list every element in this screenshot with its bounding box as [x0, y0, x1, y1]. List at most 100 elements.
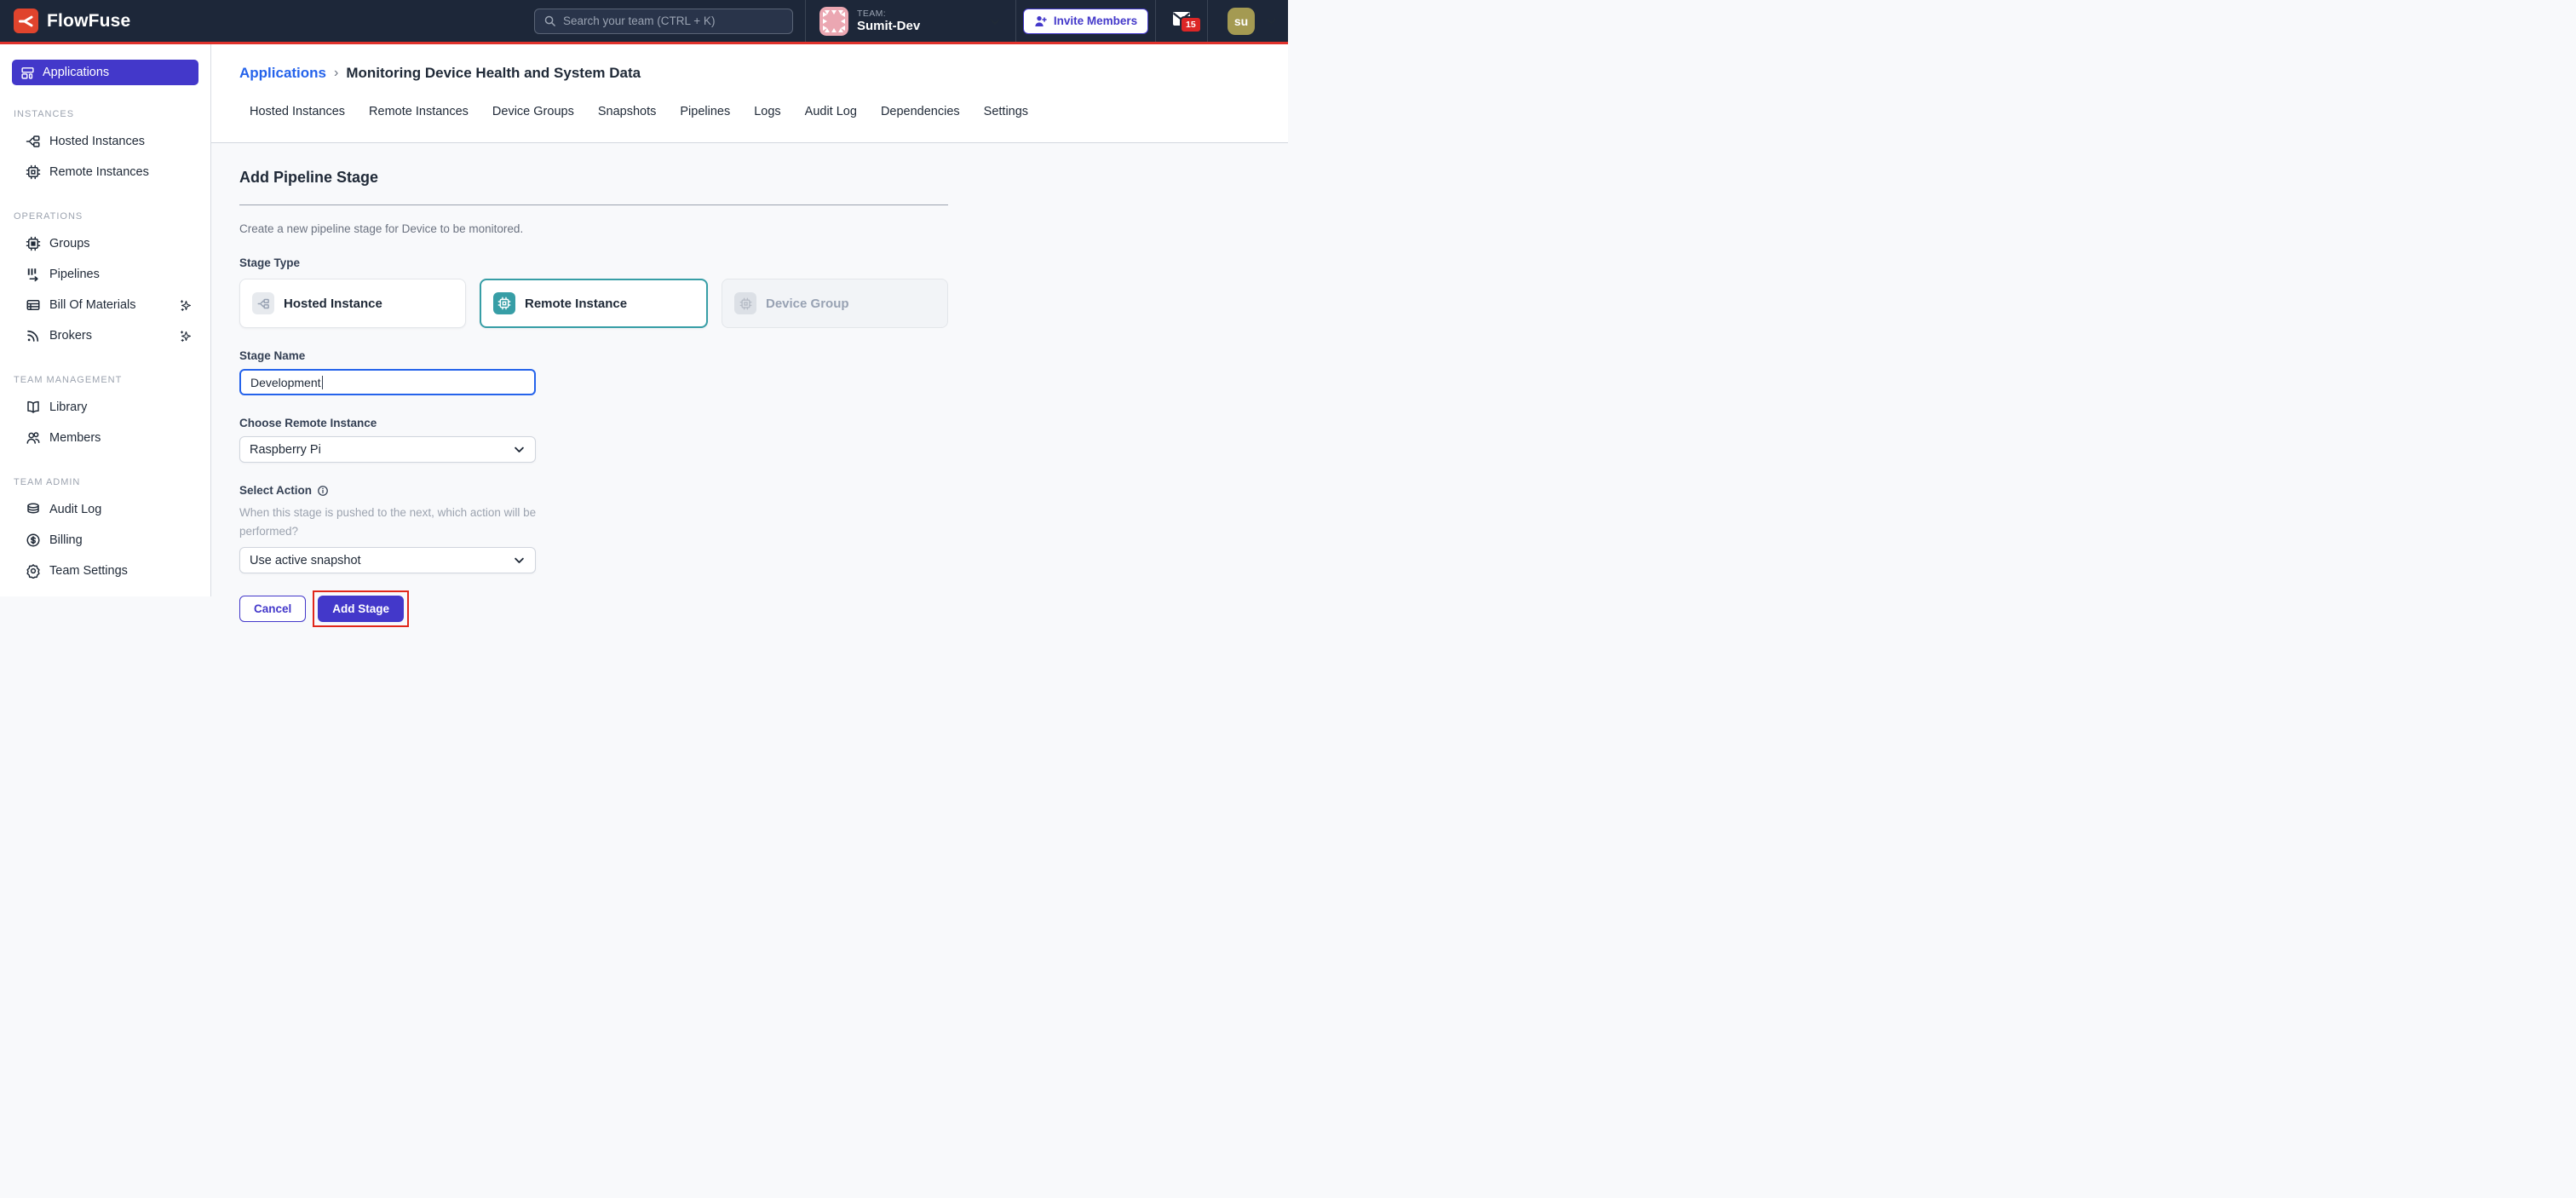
sidebar-item-applications[interactable]: Applications: [12, 60, 198, 85]
user-menu[interactable]: su: [1207, 0, 1288, 42]
sidebar-item-label: Billing: [49, 533, 83, 547]
tab-pipelines[interactable]: Pipelines: [680, 105, 730, 129]
flowfuse-logo-icon: [14, 9, 38, 33]
chevron-down-icon: [513, 443, 526, 456]
tab-snapshots[interactable]: Snapshots: [598, 105, 657, 129]
stage-type-option-label: Remote Instance: [525, 297, 627, 311]
add-stage-button[interactable]: Add Stage: [318, 596, 404, 622]
action-selected-value: Use active snapshot: [250, 554, 361, 567]
search-input[interactable]: [563, 14, 784, 27]
sidebar-item-pipelines[interactable]: Pipelines: [0, 259, 210, 290]
invite-members-button[interactable]: Invite Members: [1023, 9, 1148, 34]
notifications-button[interactable]: 15: [1155, 0, 1207, 42]
device-group-icon: [734, 292, 756, 314]
search-icon: [543, 14, 556, 27]
sidebar-section-operations: OPERATIONS: [14, 211, 210, 222]
sidebar-item-audit-log[interactable]: Audit Log: [0, 494, 210, 525]
sidebar-item-bill-of-materials[interactable]: Bill Of Materials: [0, 290, 210, 320]
sidebar-item-label: Hosted Instances: [49, 135, 145, 148]
brand-logo[interactable]: FlowFuse: [0, 9, 153, 33]
stage-name-value: Development: [250, 376, 321, 389]
action-select[interactable]: Use active snapshot: [239, 547, 536, 573]
user-chevron-down-icon: [1265, 14, 1278, 27]
sidebar-item-label: Bill Of Materials: [49, 298, 136, 312]
tab-hosted-instances[interactable]: Hosted Instances: [250, 105, 345, 129]
sidebar-section-team-admin: TEAM ADMIN: [14, 477, 210, 487]
hosted-instance-icon: [252, 292, 274, 314]
sidebar: Applications INSTANCES Hosted Instances …: [0, 44, 211, 596]
add-pipeline-stage-form: Add Pipeline Stage Create a new pipeline…: [211, 143, 1288, 622]
sidebar-item-label: Brokers: [49, 329, 92, 343]
sidebar-item-brokers[interactable]: Brokers: [0, 320, 210, 351]
chevron-down-icon: [513, 554, 526, 567]
breadcrumb-current: Monitoring Device Health and System Data: [346, 65, 641, 82]
sidebar-item-label: Remote Instances: [49, 165, 149, 179]
tab-logs[interactable]: Logs: [754, 105, 780, 129]
sidebar-item-billing[interactable]: Billing: [0, 525, 210, 556]
sidebar-item-team-settings[interactable]: Team Settings: [0, 556, 210, 586]
sidebar-item-label: Groups: [49, 237, 90, 251]
sidebar-item-groups[interactable]: Groups: [0, 228, 210, 259]
stage-name-label: Stage Name: [239, 349, 948, 362]
top-navbar: FlowFuse TEAM: Sumit-Dev: [0, 0, 1288, 44]
tab-remote-instances[interactable]: Remote Instances: [369, 105, 469, 129]
team-name: Sumit-Dev: [857, 19, 920, 33]
tab-dependencies[interactable]: Dependencies: [881, 105, 960, 129]
cancel-button[interactable]: Cancel: [239, 596, 306, 622]
text-cursor: [322, 376, 324, 389]
stage-type-option-device-group: Device Group: [722, 279, 948, 328]
applications-icon: [20, 66, 35, 80]
team-search[interactable]: [534, 9, 793, 34]
sidebar-item-remote-instances[interactable]: Remote Instances: [0, 157, 210, 187]
tab-device-groups[interactable]: Device Groups: [492, 105, 574, 129]
breadcrumb: Applications › Monitoring Device Health …: [239, 65, 1288, 82]
sidebar-item-library[interactable]: Library: [0, 392, 210, 423]
sidebar-section-instances: INSTANCES: [14, 109, 210, 119]
brand-name: FlowFuse: [47, 11, 130, 32]
team-selector[interactable]: TEAM: Sumit-Dev: [805, 0, 1015, 42]
sparkles-icon: [179, 329, 193, 343]
tab-settings[interactable]: Settings: [984, 105, 1028, 129]
page-header: Applications › Monitoring Device Health …: [211, 44, 1288, 143]
team-avatar: [819, 7, 848, 36]
remote-instances-icon: [26, 164, 41, 180]
remote-instance-select[interactable]: Raspberry Pi: [239, 436, 536, 463]
sidebar-section-team-management: TEAM MANAGEMENT: [14, 375, 210, 385]
sidebar-item-label: Members: [49, 431, 101, 445]
invite-members-label: Invite Members: [1054, 14, 1137, 27]
user-avatar[interactable]: su: [1228, 8, 1255, 35]
audit-log-icon: [26, 502, 41, 517]
sidebar-item-label: Library: [49, 400, 87, 414]
notification-count-badge: 15: [1180, 16, 1202, 33]
sidebar-item-label: Audit Log: [49, 503, 101, 516]
library-icon: [26, 400, 41, 415]
tab-audit-log[interactable]: Audit Log: [805, 105, 857, 129]
form-description: Create a new pipeline stage for Device t…: [239, 222, 948, 235]
sidebar-item-label: Pipelines: [49, 268, 100, 281]
info-icon[interactable]: [317, 485, 329, 497]
page-title: Add Pipeline Stage: [239, 169, 948, 187]
sidebar-item-label: Team Settings: [49, 564, 128, 578]
billing-icon: [26, 533, 41, 548]
stage-type-label: Stage Type: [239, 256, 948, 269]
pipelines-icon: [26, 267, 41, 282]
sidebar-item-members[interactable]: Members: [0, 423, 210, 453]
stage-name-input[interactable]: Development: [239, 369, 536, 395]
select-action-help-text: When this stage is pushed to the next, w…: [239, 504, 546, 540]
select-action-label: Select Action: [239, 484, 312, 497]
team-chevron-down-icon: [988, 14, 1002, 28]
hosted-instances-icon: [26, 134, 41, 149]
members-icon: [26, 430, 41, 446]
choose-remote-instance-label: Choose Remote Instance: [239, 417, 948, 429]
stage-type-option-remote-instance[interactable]: Remote Instance: [480, 279, 708, 328]
remote-instance-selected-value: Raspberry Pi: [250, 443, 321, 457]
stage-type-option-label: Hosted Instance: [284, 297, 382, 311]
team-label: TEAM:: [857, 9, 920, 19]
breadcrumb-separator-icon: ›: [334, 66, 338, 81]
title-divider: [239, 204, 948, 205]
application-tabs: Hosted Instances Remote Instances Device…: [239, 105, 1288, 129]
sidebar-item-hosted-instances[interactable]: Hosted Instances: [0, 126, 210, 157]
sidebar-item-label: Applications: [43, 66, 109, 79]
breadcrumb-applications-link[interactable]: Applications: [239, 65, 326, 82]
stage-type-option-hosted-instance[interactable]: Hosted Instance: [239, 279, 466, 328]
